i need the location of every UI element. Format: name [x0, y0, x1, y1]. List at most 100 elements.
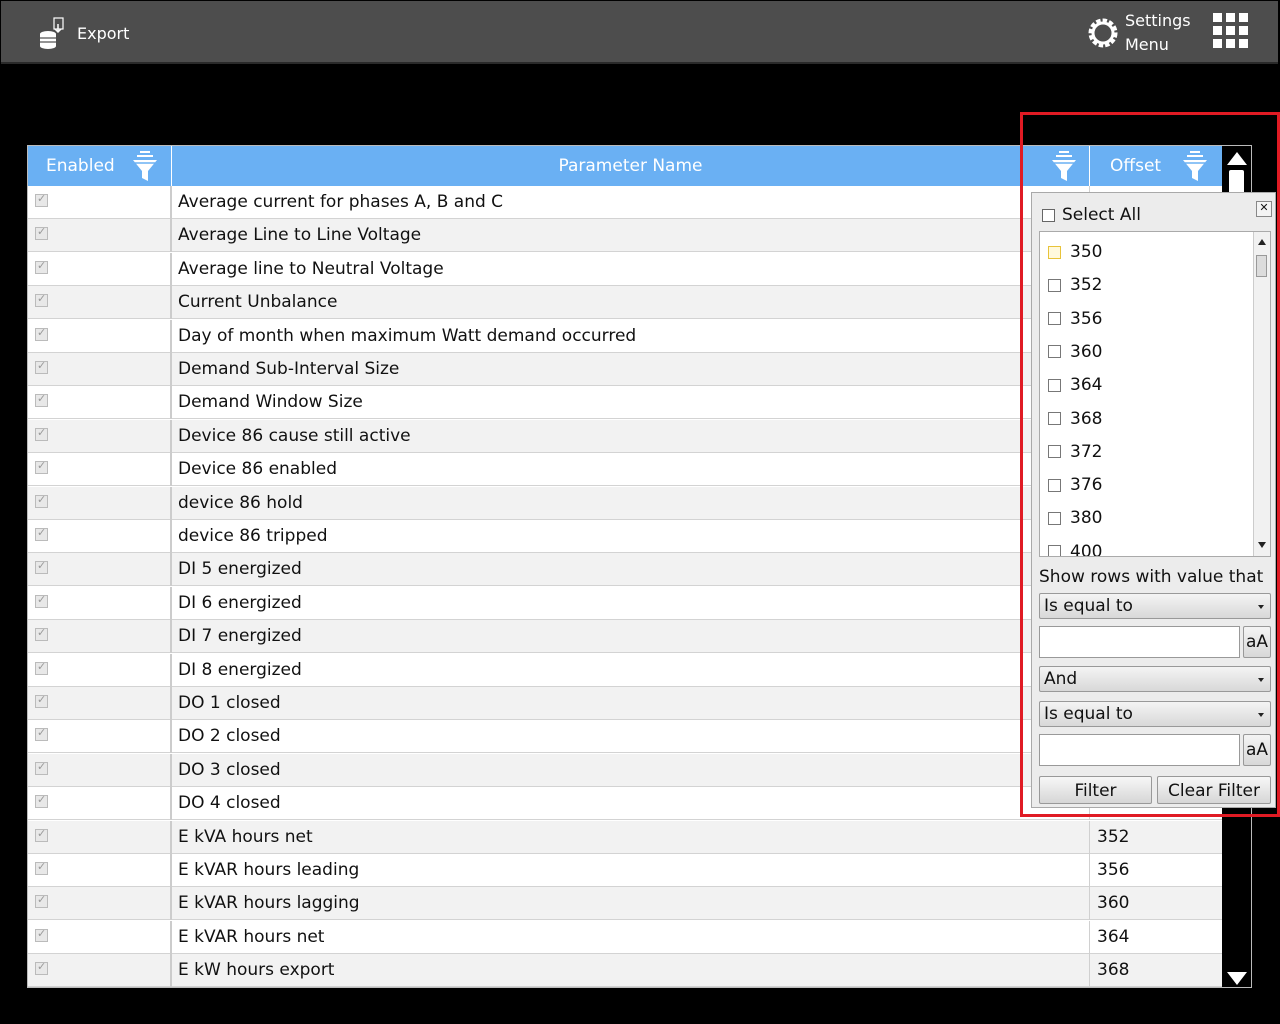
enabled-checkbox[interactable] [35, 793, 48, 809]
scroll-up-arrow-icon[interactable] [1258, 239, 1266, 245]
parameter-name-cell: Demand Sub-Interval Size [174, 353, 1090, 386]
enabled-checkbox[interactable] [35, 626, 48, 642]
offset-cell: 360 [1097, 893, 1130, 914]
filter-value-option[interactable]: 352 [1048, 273, 1102, 297]
enabled-cell [28, 954, 172, 987]
enabled-checkbox[interactable] [35, 359, 48, 374]
export-button[interactable]: Export [37, 15, 129, 51]
settings-label: Settings [1125, 11, 1191, 30]
enabled-cell [28, 252, 172, 286]
scroll-up-arrow-icon[interactable] [1227, 152, 1247, 165]
enabled-cell [28, 186, 172, 219]
match-case-1-button[interactable]: aA [1243, 626, 1271, 658]
column-header-enabled[interactable]: Enabled [28, 146, 172, 186]
logic-operator-select[interactable]: And [1039, 666, 1271, 692]
enabled-checkbox[interactable] [35, 827, 48, 842]
enabled-cell [28, 586, 172, 620]
enabled-checkbox[interactable] [35, 760, 48, 775]
filter-funnel-icon[interactable] [1051, 150, 1077, 182]
table-row[interactable]: E kVAR hours lagging 360 [28, 887, 1222, 921]
filter-value-option[interactable]: 350 [1048, 240, 1102, 264]
match-case-2-button[interactable]: aA [1243, 734, 1271, 766]
table-row[interactable]: E kW hours export 368 [28, 954, 1222, 987]
checkbox-icon [1048, 245, 1061, 259]
grid-apps-icon[interactable] [1213, 13, 1251, 51]
close-icon[interactable]: ✕ [1256, 201, 1272, 217]
select-all-checkbox[interactable]: Select All [1042, 205, 1141, 225]
table-row[interactable]: E kVAR hours net 364 [28, 920, 1222, 954]
value-list-scrollbar[interactable] [1253, 232, 1270, 556]
filter-value-option[interactable]: 376 [1048, 473, 1102, 497]
checkbox-icon [1048, 345, 1061, 359]
enabled-checkbox[interactable] [35, 726, 48, 742]
table-row[interactable]: E kVA hours net 352 [28, 820, 1222, 854]
enabled-checkbox[interactable] [35, 660, 48, 675]
parameter-name-cell: Device 86 enabled [174, 453, 1090, 487]
filter-value-label: 350 [1070, 242, 1103, 262]
filter-value-option[interactable]: 364 [1048, 373, 1102, 397]
enabled-checkbox[interactable] [35, 960, 48, 976]
top-toolbar: Export Settings Menu [1, 1, 1278, 64]
enabled-checkbox[interactable] [35, 927, 48, 942]
enabled-checkbox[interactable] [35, 559, 48, 575]
filter-button[interactable]: Filter [1039, 776, 1152, 804]
parameter-name-cell: DO 4 closed [174, 787, 1090, 821]
enabled-checkbox[interactable] [35, 225, 48, 241]
offset-cell: 352 [1097, 826, 1130, 847]
show-rows-label: Show rows with value that [1039, 567, 1264, 587]
filter-value-label: 376 [1070, 475, 1103, 496]
enabled-cell [28, 486, 172, 520]
scroll-down-arrow-icon[interactable] [1258, 542, 1266, 548]
clear-filter-button[interactable]: Clear Filter [1157, 776, 1271, 804]
column-label-enabled: Enabled [46, 156, 115, 176]
filter-funnel-icon[interactable] [1182, 150, 1208, 182]
enabled-checkbox[interactable] [35, 893, 48, 909]
offset-cell: 368 [1097, 960, 1130, 981]
enabled-cell [28, 553, 172, 587]
enabled-checkbox[interactable] [35, 326, 48, 341]
enabled-checkbox[interactable] [35, 860, 48, 875]
enabled-checkbox[interactable] [35, 192, 48, 207]
enabled-checkbox[interactable] [35, 292, 48, 308]
filter-value-option[interactable]: 400 [1048, 540, 1103, 557]
operator-1-select[interactable]: Is equal to [1039, 593, 1271, 619]
enabled-checkbox[interactable] [35, 526, 48, 541]
enabled-checkbox[interactable] [35, 392, 48, 408]
filter-value-label: 400 [1070, 541, 1103, 557]
checkbox-icon [1048, 412, 1061, 425]
parameter-name-cell: DO 3 closed [174, 753, 1090, 787]
filter-value-2-input[interactable] [1039, 734, 1240, 766]
scroll-thumb[interactable] [1256, 255, 1267, 277]
settings-menu-button[interactable]: Settings Menu [1087, 9, 1191, 57]
select-all-label: Select All [1062, 205, 1141, 225]
filter-funnel-icon[interactable] [132, 150, 158, 182]
filter-value-1-input[interactable] [1039, 626, 1240, 658]
filter-value-label: 368 [1070, 408, 1103, 429]
parameter-name-cell: Current Unbalance [174, 286, 1090, 320]
enabled-checkbox[interactable] [35, 593, 48, 608]
enabled-checkbox[interactable] [35, 459, 48, 475]
operator-2-select[interactable]: Is equal to [1039, 701, 1271, 727]
column-header-offset[interactable]: Offset [1090, 146, 1222, 186]
checkbox-icon [1048, 378, 1061, 392]
filter-value-label: 356 [1070, 308, 1103, 329]
enabled-cell [28, 286, 172, 320]
enabled-checkbox[interactable] [35, 426, 48, 441]
filter-value-option[interactable]: 368 [1048, 407, 1102, 431]
enabled-cell [28, 787, 172, 821]
table-row[interactable]: E kVAR hours leading 356 [28, 854, 1222, 887]
filter-value-option[interactable]: 372 [1048, 440, 1102, 464]
filter-value-option[interactable]: 360 [1048, 340, 1102, 364]
scroll-down-arrow-icon[interactable] [1227, 972, 1247, 985]
filter-value-option[interactable]: 380 [1048, 506, 1102, 530]
parameter-name-cell: Device 86 cause still active [174, 419, 1090, 453]
parameter-name-cell: Average Line to Line Voltage [174, 219, 1090, 253]
enabled-cell [28, 653, 172, 687]
enabled-checkbox[interactable] [35, 259, 48, 274]
column-header-parameter-name[interactable]: Parameter Name [172, 146, 1090, 186]
filter-value-label: 380 [1070, 508, 1103, 529]
filter-value-option[interactable]: 356 [1048, 307, 1102, 331]
enabled-checkbox[interactable] [35, 493, 48, 508]
checkbox-icon [1048, 278, 1061, 292]
enabled-checkbox[interactable] [35, 693, 48, 708]
